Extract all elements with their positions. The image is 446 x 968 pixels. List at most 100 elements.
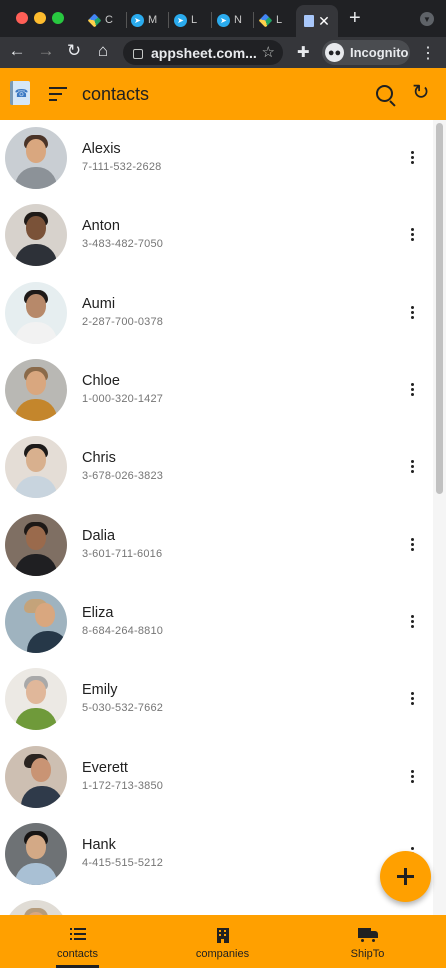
- more-options-icon[interactable]: [405, 534, 419, 554]
- contact-phone: 1-000-320-1427: [82, 393, 164, 405]
- browser-tab[interactable]: L: [258, 9, 297, 31]
- search-icon[interactable]: [376, 85, 393, 102]
- close-tab-icon[interactable]: ✕: [318, 13, 330, 30]
- app-header: ☎ contacts ↻: [0, 68, 446, 120]
- more-options-icon[interactable]: [405, 379, 419, 399]
- browser-tab-active[interactable]: ✕: [296, 5, 338, 37]
- address-bar[interactable]: appsheet.com... ☆: [123, 40, 283, 65]
- incognito-badge[interactable]: ●● Incognito: [322, 40, 410, 65]
- minimize-window-button[interactable]: [34, 12, 46, 24]
- list-item[interactable]: Aumi 2-287-700-0378: [0, 275, 433, 352]
- app-logo-icon: ☎: [10, 81, 30, 105]
- contact-name: Aumi: [82, 296, 116, 312]
- avatar: [5, 436, 67, 498]
- reload-button[interactable]: ↻: [63, 41, 85, 61]
- contact-phone: 3-483-482-7050: [82, 238, 164, 250]
- tab-search-button[interactable]: ▼: [420, 12, 434, 26]
- home-button[interactable]: ⌂: [92, 41, 114, 61]
- list-item[interactable]: Hank 4-415-515-5212: [0, 816, 433, 893]
- contact-name: Anton: [82, 218, 120, 234]
- list-item[interactable]: Anton 3-483-482-7050: [0, 197, 433, 274]
- google-drive-icon: [258, 13, 273, 27]
- contact-phone: 1-172-713-3850: [82, 780, 164, 792]
- contact-list: Alexis 7-111-532-2628 Anton 3-483-482-70…: [0, 120, 433, 915]
- list-item[interactable]: Alexis 7-111-532-2628: [0, 120, 433, 197]
- more-options-icon[interactable]: [405, 302, 419, 322]
- incognito-label: Incognito: [350, 45, 409, 60]
- url-text: appsheet.com...: [151, 44, 257, 61]
- more-options-icon[interactable]: [405, 688, 419, 708]
- tab-title: M: [148, 14, 158, 26]
- avatar: [5, 204, 67, 266]
- more-options-icon[interactable]: [405, 147, 419, 167]
- more-options-icon[interactable]: [405, 224, 419, 244]
- incognito-icon: ●●: [325, 43, 344, 62]
- browser-tab[interactable]: ➤ N: [217, 9, 255, 31]
- avatar: [5, 282, 67, 344]
- telegram-icon: ➤: [217, 13, 230, 27]
- forward-button[interactable]: →: [35, 41, 57, 61]
- scrollbar-thumb[interactable]: [436, 123, 443, 494]
- nav-label: companies: [195, 948, 250, 960]
- more-options-icon[interactable]: [405, 611, 419, 631]
- more-options-icon[interactable]: [405, 766, 419, 786]
- zoom-window-button[interactable]: [52, 12, 64, 24]
- nav-item-shipto[interactable]: ShipTo: [325, 915, 410, 968]
- browser-tab[interactable]: ➤ M: [131, 9, 169, 31]
- telegram-icon: ➤: [174, 13, 187, 27]
- new-tab-button[interactable]: +: [349, 7, 361, 30]
- browser-menu-icon[interactable]: ⋮: [420, 43, 436, 63]
- contact-phone: 2-287-700-0378: [82, 316, 164, 328]
- contact-name: Everett: [82, 760, 128, 776]
- avatar: [5, 127, 67, 189]
- add-contact-button[interactable]: [380, 851, 431, 902]
- tab-title: C: [105, 14, 113, 26]
- list-item[interactable]: Chloe 1-000-320-1427: [0, 352, 433, 429]
- list-item[interactable]: Eliza 8-684-264-8810: [0, 584, 433, 661]
- contact-phone: 3-678-026-3823: [82, 470, 164, 482]
- contact-name: Hank: [82, 837, 116, 853]
- bookmark-star-icon[interactable]: ☆: [262, 43, 275, 61]
- list-item[interactable]: Dalia 3-601-711-6016: [0, 507, 433, 584]
- tab-divider: [168, 12, 169, 28]
- list-item[interactable]: Everett 1-172-713-3850: [0, 739, 433, 816]
- close-window-button[interactable]: [16, 12, 28, 24]
- tab-title: L: [276, 14, 283, 26]
- browser-toolbar: ← → ↻ ⌂ appsheet.com... ☆ ✚ ●● Incognito…: [0, 37, 446, 68]
- contact-name: Chris: [82, 450, 116, 466]
- contact-phone: 3-601-711-6016: [82, 548, 163, 560]
- back-button[interactable]: ←: [6, 41, 28, 61]
- more-options-icon[interactable]: [405, 456, 419, 476]
- contact-name: Alexis: [82, 141, 121, 157]
- contact-name: Emily: [82, 682, 118, 698]
- building-icon: [216, 928, 229, 943]
- browser-tab[interactable]: C: [87, 9, 126, 31]
- avatar: [5, 359, 67, 421]
- tab-divider: [211, 12, 212, 28]
- google-drive-icon: [87, 13, 102, 27]
- list-item[interactable]: [0, 893, 433, 915]
- nav-label: contacts: [57, 948, 98, 960]
- extensions-icon[interactable]: ✚: [297, 43, 310, 61]
- lock-icon: [133, 48, 143, 59]
- nav-item-contacts[interactable]: contacts: [35, 915, 120, 968]
- page-icon: [304, 15, 315, 27]
- contact-name: Dalia: [82, 528, 116, 544]
- nav-item-companies[interactable]: companies: [175, 915, 270, 968]
- contact-phone: 8-684-264-8810: [82, 625, 164, 637]
- contact-phone: 5-030-532-7662: [82, 702, 164, 714]
- contact-name: Eliza: [82, 605, 114, 621]
- telegram-icon: ➤: [131, 13, 144, 27]
- contact-name: Chloe: [82, 373, 120, 389]
- contact-phone: 7-111-532-2628: [82, 161, 162, 173]
- tab-title: L: [191, 14, 198, 26]
- sort-menu-icon[interactable]: [49, 87, 67, 101]
- list-item[interactable]: Emily 5-030-532-7662: [0, 661, 433, 738]
- sync-refresh-icon[interactable]: ↻: [412, 82, 430, 103]
- browser-tab[interactable]: ➤ L: [174, 9, 212, 31]
- list-item[interactable]: Chris 3-678-026-3823: [0, 429, 433, 506]
- tab-divider: [126, 12, 127, 28]
- avatar: [5, 668, 67, 730]
- bottom-navigation: contacts companies ShipTo: [0, 915, 446, 968]
- nav-label: ShipTo: [350, 948, 385, 960]
